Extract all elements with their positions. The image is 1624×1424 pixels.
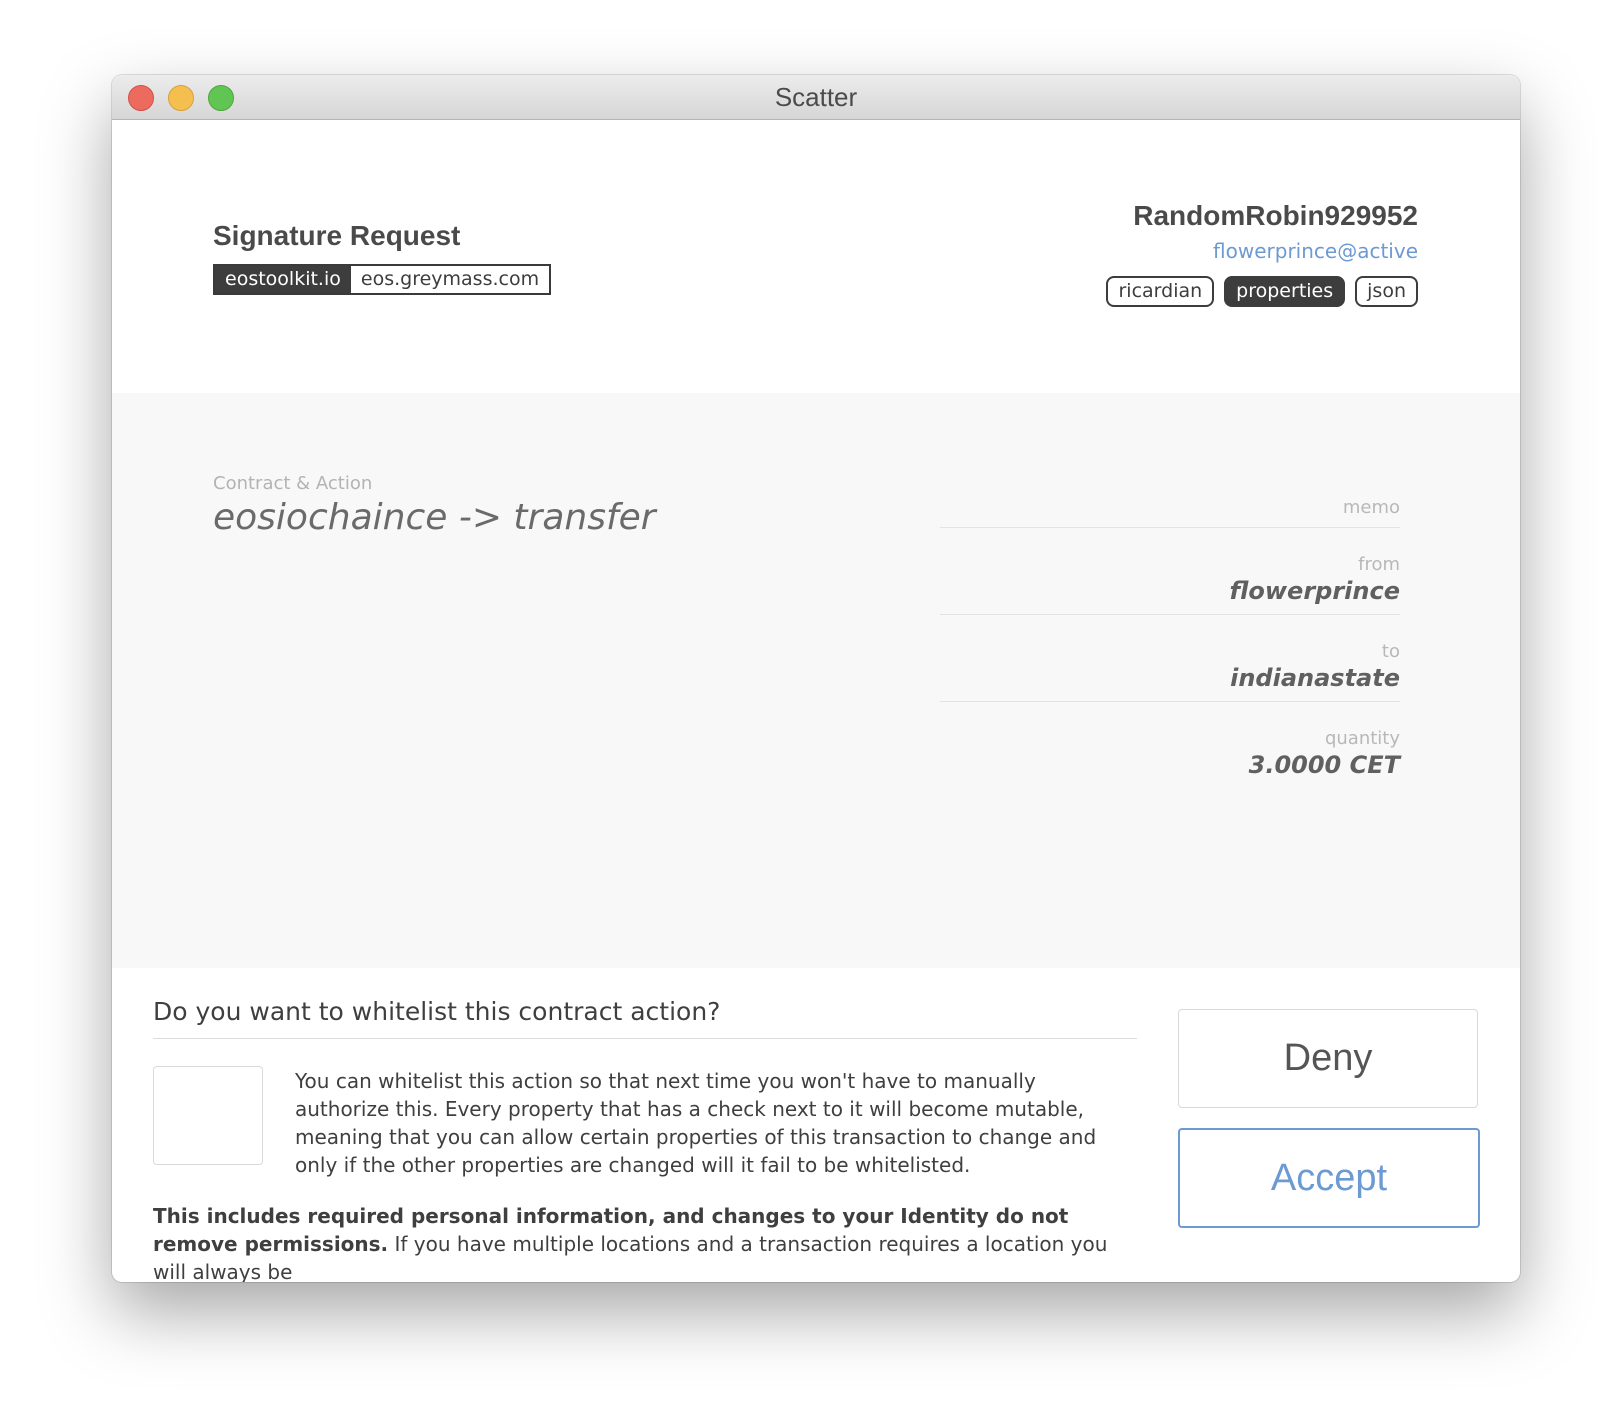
- property-to: to indianastate: [940, 637, 1400, 702]
- tab-properties[interactable]: properties: [1224, 276, 1346, 307]
- origin-domain: eostoolkit.io: [215, 266, 351, 293]
- view-tabs: ricardian properties json: [1106, 276, 1418, 307]
- property-from: from flowerprince: [940, 550, 1400, 615]
- property-key: to: [1381, 641, 1400, 662]
- tab-json[interactable]: json: [1355, 276, 1418, 307]
- deny-button[interactable]: Deny: [1178, 1009, 1478, 1108]
- whitelist-description: You can whitelist this action so that ne…: [295, 1069, 1097, 1177]
- property-quantity: quantity 3.0000 CET: [940, 724, 1400, 788]
- property-key: memo: [1342, 497, 1400, 518]
- origin-network: eos.greymass.com: [350, 266, 550, 293]
- property-value: flowerprince: [1229, 577, 1401, 605]
- scatter-window: Scatter Signature Request eostoolkit.io …: [112, 75, 1520, 1282]
- whitelist-note: This includes required personal informat…: [153, 1202, 1138, 1282]
- property-key: quantity: [1324, 728, 1400, 749]
- contract-action-label: Contract & Action: [213, 473, 373, 494]
- accept-button[interactable]: Accept: [1178, 1128, 1480, 1228]
- property-value: 3.0000 CET: [1248, 751, 1400, 779]
- page-title: Signature Request: [213, 220, 461, 251]
- contract-action-value: eosiochaince -> transfer: [213, 497, 656, 538]
- property-memo: memo: [940, 493, 1400, 528]
- window-title: Scatter: [774, 82, 858, 112]
- property-value: indianastate: [1230, 664, 1400, 692]
- account-authority: flowerprince@active: [1213, 239, 1418, 263]
- tab-ricardian[interactable]: ricardian: [1106, 276, 1215, 307]
- title-bar: Scatter: [112, 75, 1520, 120]
- origin-badge: eostoolkit.io eos.greymass.com: [213, 264, 552, 295]
- properties-panel: Contract & Action eosiochaince -> transf…: [112, 393, 1520, 968]
- whitelist-question: Do you want to whitelist this contract a…: [153, 997, 1137, 1039]
- property-list: memo from flowerprince to indianastate q…: [940, 493, 1400, 810]
- property-key: from: [1358, 554, 1400, 575]
- whitelist-checkbox[interactable]: [153, 1066, 263, 1165]
- account-name: RandomRobin929952: [1133, 200, 1418, 231]
